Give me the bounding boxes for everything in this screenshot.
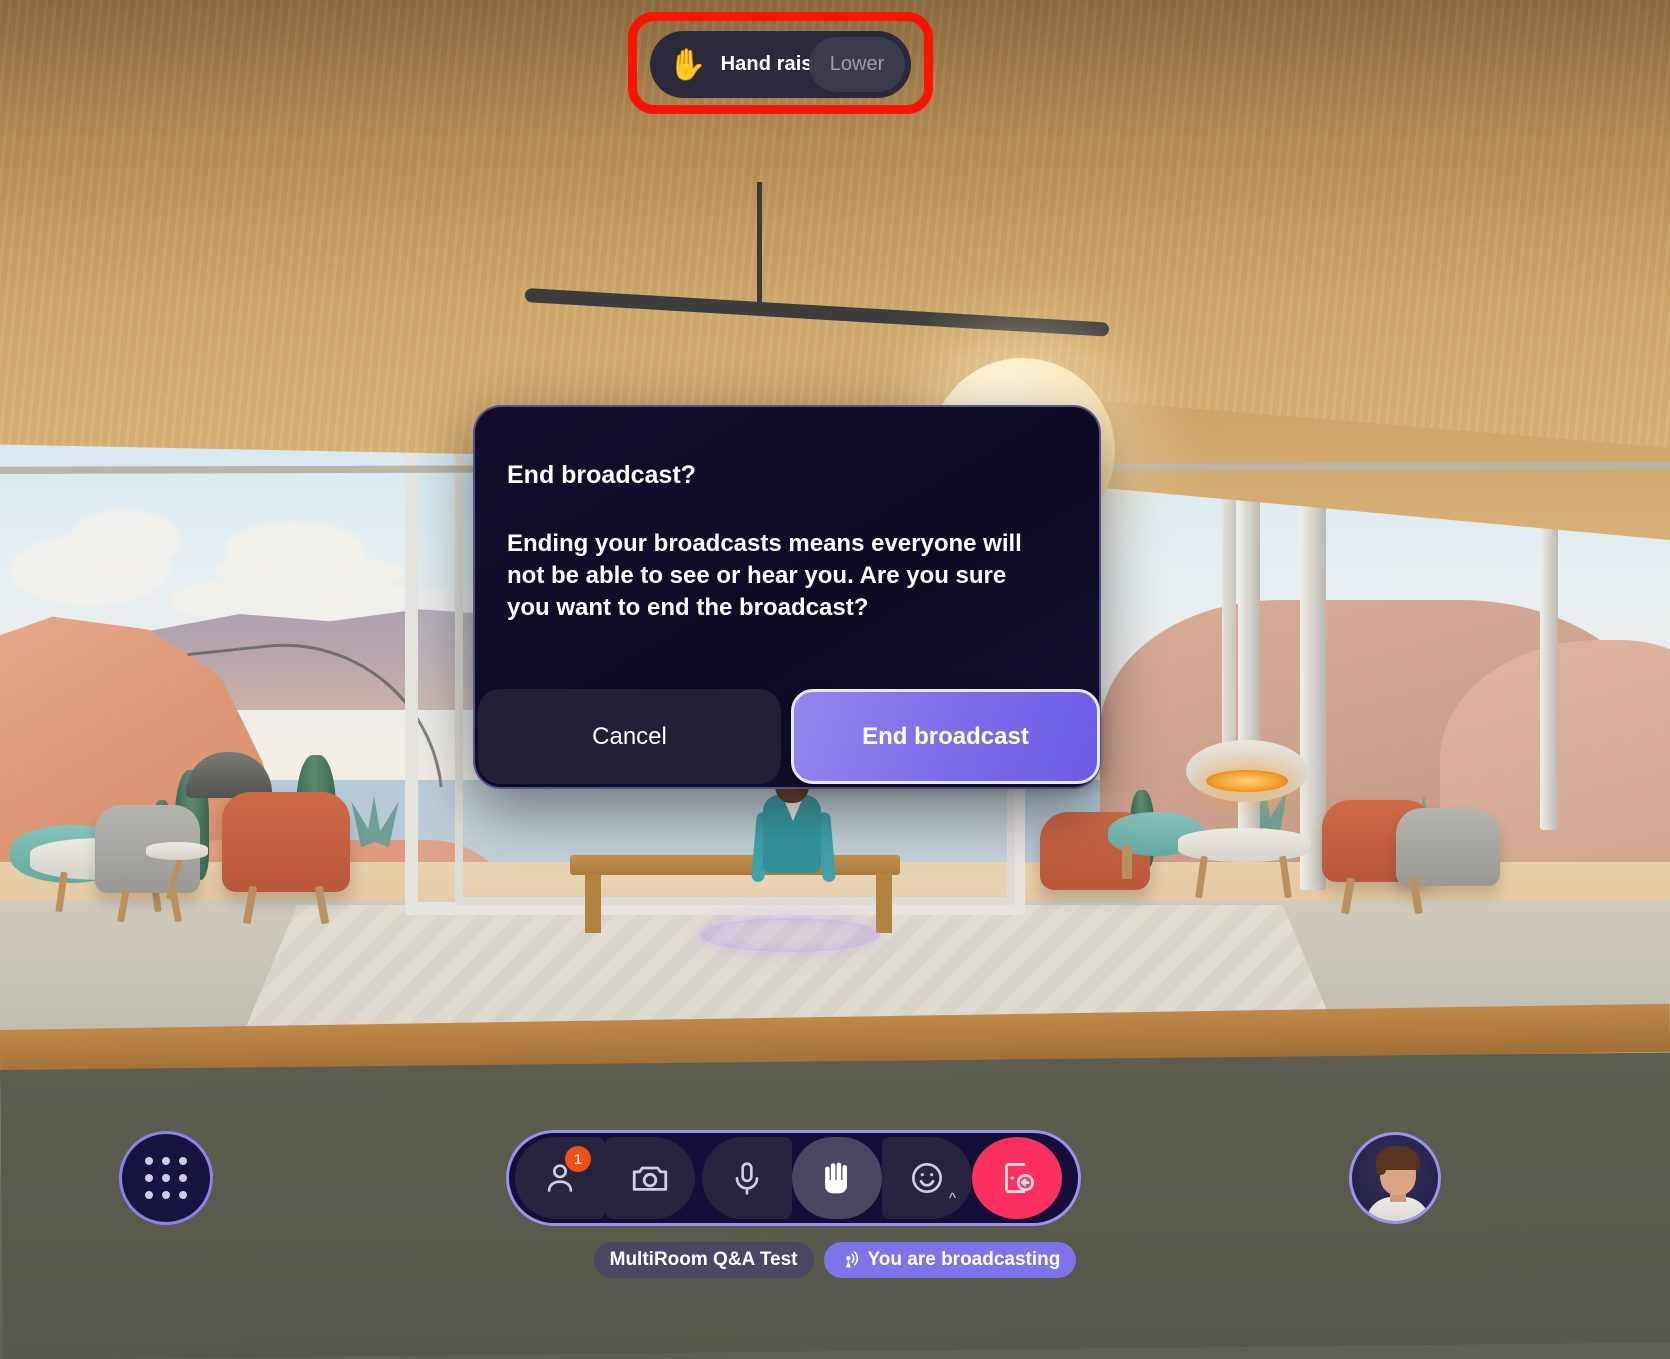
end-broadcast-button[interactable]: End broadcast xyxy=(791,689,1100,784)
microphone-button[interactable] xyxy=(702,1137,792,1219)
lower-hand-button[interactable]: Lower xyxy=(809,37,905,92)
broadcast-status-pill: You are broadcasting xyxy=(823,1242,1077,1278)
hand-icon xyxy=(825,1162,847,1194)
wooden-bench xyxy=(570,855,900,875)
stool-leg xyxy=(1122,845,1132,879)
lounge-chair-grey xyxy=(1396,808,1500,886)
smiley-icon xyxy=(912,1163,942,1193)
vr-app-screen: ✋ Hand raised Lower End broadcast? Endin… xyxy=(0,0,1670,1359)
pavilion-column xyxy=(1540,500,1558,830)
bench-leg xyxy=(585,873,601,933)
avatar-hair-side xyxy=(1376,1153,1386,1175)
lounge-chair-orange xyxy=(222,792,350,892)
camera-icon xyxy=(632,1166,668,1191)
status-pill-row: MultiRoom Q&A Test You are broadcasting xyxy=(0,1242,1670,1278)
camera-button[interactable] xyxy=(605,1137,695,1219)
room-name-pill: MultiRoom Q&A Test xyxy=(593,1242,814,1278)
dialog-body: Ending your broadcasts means everyone wi… xyxy=(507,530,1022,622)
hand-raised-banner: ✋ Hand raised Lower xyxy=(650,31,911,98)
coffee-table xyxy=(1178,828,1310,862)
fire-flame xyxy=(1206,770,1288,792)
microphone-icon xyxy=(735,1162,759,1195)
raised-hand-icon: ✋ xyxy=(668,47,707,82)
reactions-button[interactable]: ^ xyxy=(882,1137,972,1219)
raise-hand-button[interactable] xyxy=(792,1137,882,1219)
self-avatar-button[interactable] xyxy=(1349,1132,1441,1224)
dialog-actions: Cancel End broadcast xyxy=(475,689,1103,787)
pendant-lamp-rod xyxy=(757,182,762,312)
main-toolbar: 1 ^ xyxy=(506,1130,1081,1226)
toolbar-divider xyxy=(695,1137,702,1219)
end-broadcast-dialog: End broadcast? Ending your broadcasts me… xyxy=(473,405,1101,789)
apps-grid-button[interactable] xyxy=(119,1131,213,1225)
dialog-title: End broadcast? xyxy=(507,461,696,489)
participants-badge: 1 xyxy=(565,1146,591,1172)
leave-button[interactable] xyxy=(972,1137,1062,1219)
chevron-up-icon: ^ xyxy=(948,1190,956,1207)
broadcast-status-label: You are broadcasting xyxy=(867,1249,1061,1270)
side-table xyxy=(146,842,208,860)
fireplace-flue xyxy=(1222,480,1236,750)
bench-leg xyxy=(876,873,892,933)
broadcast-icon xyxy=(845,1251,858,1268)
leave-door-icon xyxy=(1005,1162,1034,1194)
cancel-button[interactable]: Cancel xyxy=(478,689,781,784)
avatar-floor-ring xyxy=(700,918,880,952)
participants-button[interactable]: 1 xyxy=(515,1137,605,1219)
apps-grid-icon xyxy=(145,1157,187,1199)
